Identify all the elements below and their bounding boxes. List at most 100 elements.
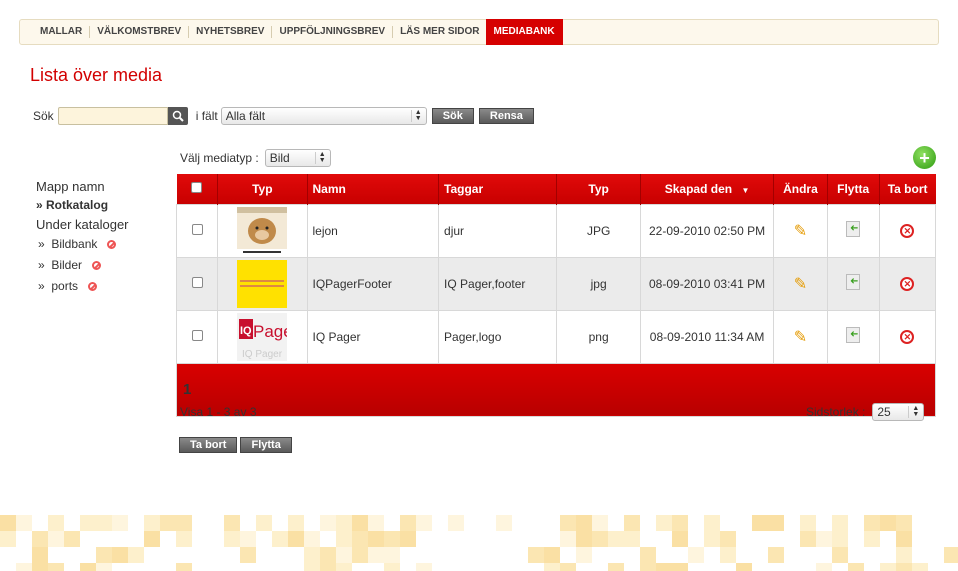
footer-pattern-tile <box>448 515 464 531</box>
name-cell: IQPagerFooter <box>306 256 440 311</box>
svg-text:IQ: IQ <box>240 325 252 337</box>
tags-cell: Pager,logo <box>438 309 558 364</box>
tags-cell: djur <box>438 203 558 258</box>
footer-pattern-tile <box>368 531 384 547</box>
delete-icon[interactable]: ✕ <box>900 277 915 291</box>
footer-pattern-tile <box>864 515 880 531</box>
col-name[interactable]: Namn <box>306 174 439 204</box>
media-type-select[interactable]: Bild ▲ ▼ <box>264 149 331 167</box>
move-icon[interactable] <box>846 221 861 237</box>
footer-pattern-tile <box>656 563 672 571</box>
delete-folder-icon[interactable] <box>88 282 98 292</box>
col-tags[interactable]: Taggar <box>438 174 557 204</box>
move-icon[interactable] <box>846 274 861 290</box>
footer-pattern-tile <box>352 531 368 547</box>
tags-cell: IQ Pager,footer <box>438 256 558 311</box>
col-type[interactable]: Typ <box>556 174 641 204</box>
page-title: Lista över media <box>30 65 163 85</box>
row-checkbox[interactable] <box>191 276 203 288</box>
footer-pattern-tile <box>0 531 16 547</box>
footer-pattern-tile <box>496 515 512 531</box>
clear-button[interactable]: Rensa <box>478 108 534 124</box>
footer-pattern-tile <box>864 531 880 547</box>
footer-pattern-tile <box>608 531 624 547</box>
footer-pattern-tile <box>48 531 64 547</box>
pencil-icon[interactable]: ✎ <box>794 221 807 241</box>
select-all-checkbox[interactable] <box>191 181 203 193</box>
footer-pattern-tile <box>16 563 32 571</box>
col-created-label: Skapad den <box>664 181 733 196</box>
delete-icon[interactable]: ✕ <box>900 330 915 344</box>
field-select[interactable]: Alla fält ▲ ▼ <box>220 107 427 125</box>
nav-item-las-mer-sidor[interactable]: LÄS MER SIDOR <box>393 26 486 38</box>
nav-item-mallar[interactable]: MALLAR <box>32 26 91 38</box>
col-thumb-type[interactable]: Typ <box>217 174 307 204</box>
search-button[interactable]: Sök <box>431 108 474 124</box>
search-input[interactable] <box>57 107 168 125</box>
footer-pattern-tile <box>576 547 592 563</box>
name-cell: lejon <box>306 203 440 258</box>
footer-pattern <box>0 515 958 571</box>
media-type-label: Välj mediatyp : <box>180 151 259 165</box>
select-arrows-icon: ▲ ▼ <box>410 109 422 122</box>
nav-item-valkomstbrev[interactable]: VÄLKOMSTBREV <box>90 26 190 38</box>
footer-pattern-tile <box>336 547 352 563</box>
col-created[interactable]: Skapad den ▼ <box>639 174 774 204</box>
footer-pattern-tile <box>528 547 544 563</box>
footer-pattern-tile <box>160 515 176 531</box>
footer-pattern-tile <box>544 547 560 563</box>
footer-pattern-tile <box>80 515 96 531</box>
footer-pattern-tile <box>144 515 160 531</box>
type-cell: png <box>556 309 641 364</box>
folder-name-label: Mapp namn <box>36 179 105 194</box>
in-field-label: i fält <box>195 109 218 123</box>
nav-item-nyhetsbrev[interactable]: NYHETSBREV <box>189 26 273 38</box>
top-navigation: MALLAR VÄLKOMSTBREV NYHETSBREV UPPFÖLJNI… <box>19 19 939 45</box>
delete-selected-button[interactable]: Ta bort <box>179 437 238 453</box>
pencil-icon[interactable]: ✎ <box>794 327 807 347</box>
footer-thumbnail[interactable] <box>237 259 288 308</box>
subfolder-item[interactable]: » Bilder <box>36 255 129 276</box>
nav-item-uppfoljningsbrev[interactable]: UPPFÖLJNINGSBREV <box>272 26 394 38</box>
footer-pattern-tile <box>384 547 400 563</box>
delete-folder-icon[interactable] <box>92 261 102 271</box>
edit-cell: ✎ <box>773 203 828 258</box>
row-checkbox[interactable] <box>191 329 203 341</box>
lion-thumbnail[interactable] <box>237 206 288 255</box>
subfolder-item[interactable]: » Bildbank <box>36 234 129 255</box>
footer-pattern-tile <box>368 515 384 531</box>
footer-pattern-tile <box>944 547 958 563</box>
media-table: Typ Namn Taggar Typ Skapad den ▼ Ändra F… <box>175 174 937 417</box>
pencil-icon[interactable]: ✎ <box>794 274 807 294</box>
page-size-select[interactable]: 25 ▲ ▼ <box>872 403 925 421</box>
footer-pattern-tile <box>896 515 912 531</box>
subfolder-item[interactable]: » ports <box>36 276 129 297</box>
footer-pattern-tile <box>16 515 32 531</box>
select-arrows-icon: ▲ ▼ <box>314 151 326 164</box>
nav-item-mediabank[interactable]: MEDIABANK <box>485 19 563 45</box>
footer-pattern-tile <box>96 515 112 531</box>
row-checkbox[interactable] <box>191 223 203 235</box>
footer-pattern-tile <box>336 515 352 531</box>
delete-folder-icon[interactable] <box>107 240 117 250</box>
delete-icon[interactable]: ✕ <box>900 224 915 238</box>
delete-cell: ✕ <box>878 203 937 258</box>
move-icon[interactable] <box>846 327 861 343</box>
root-folder[interactable]: » Rotkatalog <box>36 196 129 215</box>
search-icon[interactable] <box>167 107 188 125</box>
move-selected-button[interactable]: Flytta <box>240 437 292 453</box>
footer-pattern-tile <box>176 515 192 531</box>
footer-pattern-tile <box>672 515 688 531</box>
footer-pattern-tile <box>896 563 912 571</box>
footer-pattern-tile <box>144 531 160 547</box>
search-label: Sök <box>33 109 54 123</box>
table-row: lejon djur JPG 22-09-2010 02:50 PM ✎ ✕ <box>175 203 937 258</box>
footer-pattern-tile <box>352 515 368 531</box>
iq-pager-thumbnail[interactable]: IQ Pager IQ Pager <box>237 312 288 361</box>
footer-pattern-tile <box>720 531 736 547</box>
add-media-button[interactable]: + <box>913 146 936 169</box>
delete-cell: ✕ <box>878 256 937 311</box>
footer-pattern-tile <box>912 563 928 571</box>
footer-pattern-tile <box>880 515 896 531</box>
svg-text:IQ Pager: IQ Pager <box>242 349 283 360</box>
